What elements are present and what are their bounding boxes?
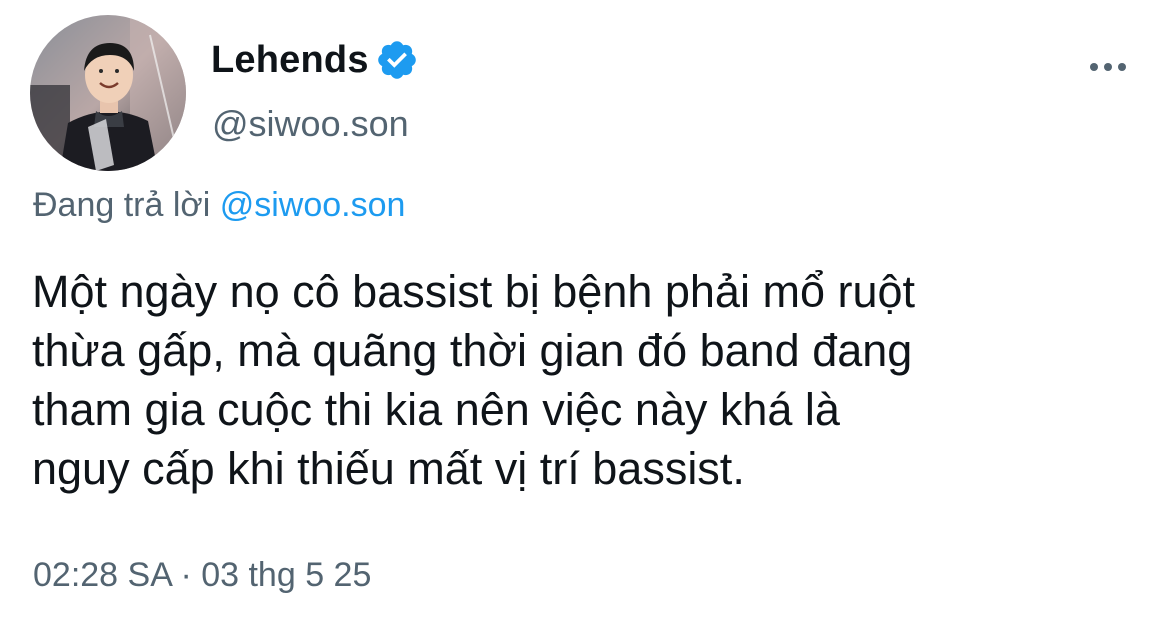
avatar[interactable] — [30, 15, 186, 171]
reply-mention-link[interactable]: @siwoo.son — [220, 186, 406, 224]
more-options-button[interactable] — [1083, 52, 1133, 82]
tweet-text-line: nguy cấp khi thiếu mất vị trí bassist. — [32, 443, 745, 494]
tweet-text-line: tham gia cuộc thi kia nên việc này khá l… — [32, 384, 840, 435]
tweet-card: Lehends @siwoo.son Đang trả lời @siwoo.s… — [0, 0, 1170, 627]
verified-badge-icon — [375, 38, 419, 82]
tweet-text-line: Một ngày nọ cô bassist bị bệnh phải mổ r… — [32, 266, 916, 317]
avatar-image — [30, 15, 186, 171]
more-options-icon — [1090, 63, 1126, 71]
author-name-row[interactable]: Lehends — [211, 36, 419, 84]
author-handle[interactable]: @siwoo.son — [212, 103, 409, 145]
tweet-text-line: thừa gấp, mà quãng thời gian đó band đan… — [32, 325, 913, 376]
replying-to: Đang trả lời @siwoo.son — [33, 186, 405, 225]
replying-to-label: Đang trả lời — [33, 186, 211, 224]
tweet-text: Một ngày nọ cô bassist bị bệnh phải mổ r… — [32, 262, 1162, 498]
tweet-timestamp[interactable]: 02:28 SA · 03 thg 5 25 — [33, 556, 371, 595]
display-name[interactable]: Lehends — [211, 39, 369, 82]
